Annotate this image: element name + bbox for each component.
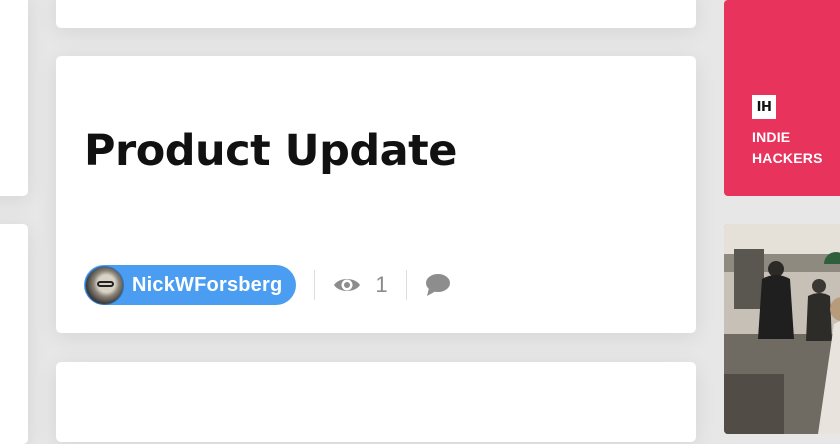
author-name: NickWForsberg	[132, 273, 283, 296]
speech-bubble-icon	[425, 274, 450, 296]
sidebar-photo[interactable]	[724, 224, 840, 434]
eye-icon	[334, 279, 361, 291]
view-count-value: 1	[375, 272, 388, 297]
brand-name-line-2: HACKERS	[752, 150, 823, 166]
post-meta: NickWForsberg 1	[84, 264, 451, 306]
indie-hackers-brand-panel[interactable]: IH INDIE HACKERS	[724, 0, 840, 196]
next-post-card[interactable]	[56, 362, 696, 442]
view-count: 1	[333, 272, 388, 298]
comments-button[interactable]	[425, 273, 451, 297]
ih-logo: IH	[752, 95, 776, 119]
previous-column-card[interactable]	[0, 224, 28, 444]
brand-name-line-1: INDIE	[752, 129, 791, 145]
previous-post-card[interactable]	[56, 0, 696, 28]
post-title[interactable]: Product Update	[84, 127, 457, 175]
avatar	[85, 265, 124, 305]
author-pill[interactable]: NickWForsberg	[84, 265, 297, 305]
divider	[405, 270, 407, 300]
previous-column-card[interactable]	[0, 0, 28, 196]
divider	[314, 270, 316, 300]
post-card[interactable]: Product Update NickWForsberg 1	[56, 56, 696, 333]
cafe-photo-image	[724, 224, 840, 434]
